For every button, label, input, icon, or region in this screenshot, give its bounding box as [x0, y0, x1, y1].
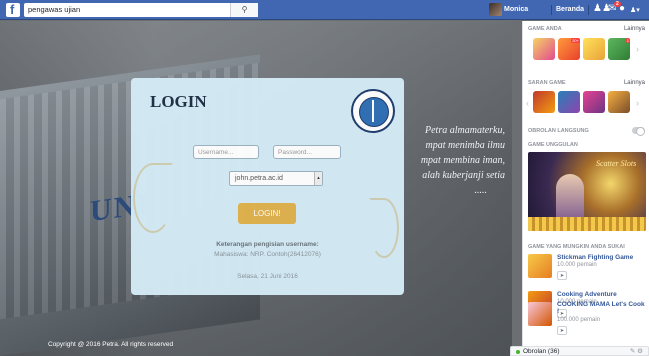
banner-coins [528, 217, 646, 231]
university-seal-logo [351, 89, 395, 133]
current-date: Selasa, 21 Juni 2016 [237, 273, 298, 280]
chat-label: Obrolan (36) [523, 348, 560, 355]
live-chat-heading: OBROLAN LANGSUNG [528, 128, 589, 134]
game-thumbnail[interactable] [583, 91, 605, 113]
search-query-text: pengawas ujian [28, 5, 81, 14]
your-games-heading: GAME ANDA [528, 26, 562, 32]
recommended-games-heading: GAME YANG MUNGKIN ANDA SUKAI [528, 244, 625, 250]
top-navigation-bar: f pengawas ujian ⚲ Monica Beranda ♟♟ ✉ ●… [0, 0, 649, 20]
game-thumbnail[interactable] [558, 91, 580, 113]
app-canvas: UNI Petra almamaterku, mpat menimba ilmu… [0, 21, 512, 356]
login-button[interactable]: LOGIN! [238, 203, 296, 224]
chevron-right-icon[interactable]: › [636, 44, 639, 54]
username-field[interactable]: Username... [193, 145, 259, 159]
ornament-swirl-icon [369, 198, 399, 258]
game-badge: 1 [625, 38, 630, 43]
game-name[interactable]: Cooking Adventure [557, 291, 647, 298]
game-thumbnail[interactable] [533, 91, 555, 113]
home-link[interactable]: Beranda [556, 6, 584, 13]
chevron-down-icon: ▴ [314, 172, 322, 185]
chevron-left-icon[interactable]: ‹ [526, 98, 529, 108]
suggested-games-more-link[interactable]: Lainnya [624, 80, 645, 86]
featured-game-heading: GAME UNGGULAN [528, 142, 578, 148]
facebook-logo-icon[interactable]: f [6, 2, 20, 17]
copyright-text: Copyright @ 2016 Petra. All rights reser… [48, 341, 174, 348]
password-field[interactable]: Password... [273, 145, 341, 159]
featured-game-banner[interactable]: Scatter Slots [528, 152, 646, 231]
username-note-example: Mahasiswa: NRP. Contoh(26412076) [214, 251, 321, 258]
chevron-right-icon[interactable]: › [636, 98, 639, 108]
game-players: 100.000 pemain [557, 317, 601, 323]
game-badge: 20+ [571, 38, 580, 43]
campus-poem: Petra almamaterku, mpat menimba ilmu mpa… [405, 123, 505, 198]
email-domain-select[interactable]: john.petra.ac.id ▴ [229, 171, 323, 186]
game-thumbnail[interactable] [583, 38, 605, 60]
account-menu-icon[interactable]: ♟▾ [630, 6, 640, 16]
login-title: LOGIN [150, 92, 207, 111]
search-icon[interactable]: ⚲ [230, 3, 258, 17]
ornament-swirl-icon [133, 163, 173, 233]
game-thumbnail[interactable]: 1 [608, 38, 630, 60]
game-name[interactable]: Stickman Fighting Game [557, 254, 647, 261]
chat-options-icon[interactable]: ✎ ⚙ [630, 347, 643, 355]
username-note-heading: Keterangan pengisian username: [216, 241, 319, 248]
play-game-button[interactable]: ➤ [557, 326, 567, 335]
game-thumbnail[interactable]: 20+ [558, 38, 580, 60]
poem-line: Petra almamaterku, [425, 125, 505, 136]
user-avatar[interactable] [489, 3, 502, 16]
nav-divider [551, 5, 552, 15]
your-games-more-link[interactable]: Lainnya [624, 26, 645, 32]
game-thumbnail[interactable] [528, 302, 552, 326]
suggested-games-heading: SARAN GAME [528, 80, 566, 86]
game-thumbnail[interactable] [608, 91, 630, 113]
game-thumbnail[interactable] [533, 38, 555, 60]
games-sidebar: GAME ANDA Lainnya 20+ 1 › SARAN GAME Lai… [522, 21, 649, 356]
poem-line: mpat menimba ilmu [425, 140, 505, 151]
poem-ellipsis: ..... [474, 185, 488, 196]
nav-divider [588, 5, 589, 15]
banner-title: Scatter Slots [596, 159, 637, 168]
poem-line: alah kuberjanji setia [422, 170, 505, 181]
login-card: LOGIN Username... Password... john.petra… [131, 78, 404, 295]
game-name[interactable]: COOKING MAMA Let's Cook ! [557, 301, 647, 315]
online-status-icon [516, 350, 520, 354]
email-domain-value: john.petra.ac.id [235, 175, 283, 182]
live-chat-toggle[interactable] [632, 127, 645, 136]
notification-badge: 2 [614, 1, 621, 7]
recommended-game-item[interactable]: COOKING MAMA Let's Cook ! 100.000 pemain… [528, 301, 648, 351]
profile-link[interactable]: Monica [504, 6, 528, 13]
poem-line: mpat membina iman, [420, 155, 505, 166]
search-input[interactable]: pengawas ujian ⚲ [24, 3, 258, 17]
chat-sidebar-bar[interactable]: Obrolan (36) ✎ ⚙ [510, 346, 649, 356]
